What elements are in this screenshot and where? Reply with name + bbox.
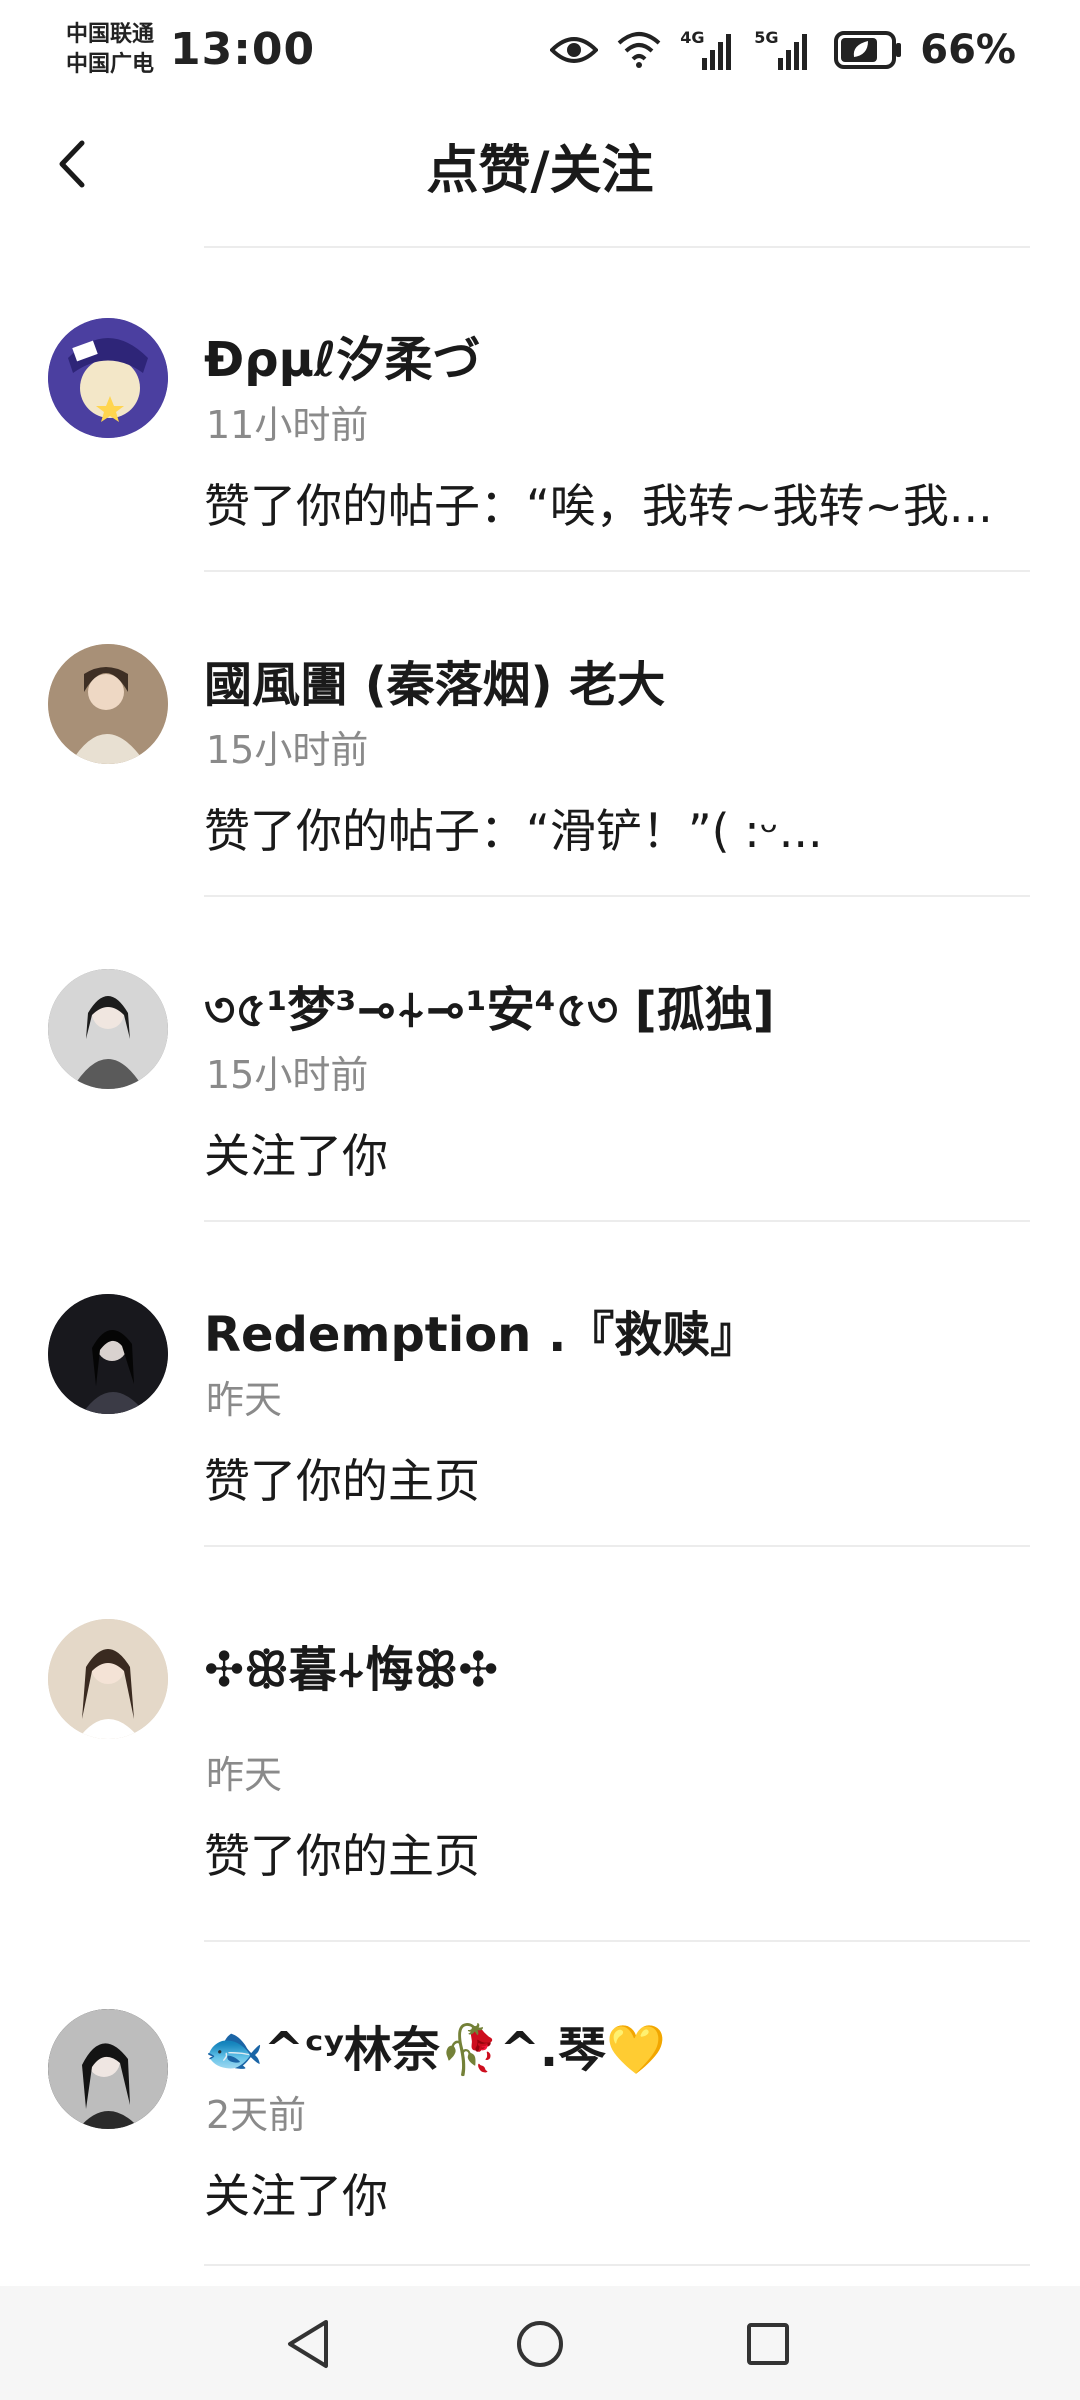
action-text: 关注了你 [204, 1129, 388, 1183]
action-text: 关注了你 [204, 2169, 388, 2223]
signal-4g-icon: 4G [680, 28, 736, 72]
app-header: 点赞/关注 [0, 110, 1080, 220]
divider [204, 2264, 1030, 2266]
carrier-2: 中国广电 [66, 52, 155, 77]
square-recents-icon [747, 2323, 789, 2365]
timestamp: 11小时前 [206, 403, 369, 447]
battery-icon [834, 31, 902, 69]
battery-percentage: 66% [920, 27, 1016, 73]
avatar[interactable] [48, 2009, 168, 2129]
page-title: 点赞/关注 [426, 141, 654, 201]
timestamp: 2天前 [206, 2093, 307, 2137]
timestamp: 昨天 [206, 1753, 283, 1797]
divider [204, 1220, 1030, 1222]
avatar[interactable] [48, 969, 168, 1089]
divider [204, 895, 1030, 897]
user-name[interactable]: 國風圕 (秦落烟) 老大 [204, 645, 665, 715]
system-nav-bar [0, 2286, 1080, 2400]
timestamp: 15小时前 [206, 1053, 369, 1097]
eye-icon [550, 34, 599, 66]
avatar[interactable] [48, 1619, 168, 1739]
nav-back-button[interactable] [280, 2316, 336, 2372]
status-time: 13:00 [170, 24, 316, 75]
user-name[interactable]: Đρμℓ汐柔づ [204, 320, 481, 390]
user-name[interactable]: ✣ꕥ暮⍭悔ꕥ✣ [204, 1630, 498, 1700]
circle-home-icon [517, 2321, 563, 2367]
action-text: 赞了你的主页 [204, 1829, 480, 1883]
action-text: 赞了你的帖子：“唉，我转~我转~我... [204, 479, 993, 533]
nav-recents-button[interactable] [740, 2316, 796, 2372]
action-text: 赞了你的主页 [204, 1454, 480, 1508]
timestamp: 15小时前 [206, 728, 369, 772]
status-bar: 中国联通 中国广电 13:00 4G 5G 66% [0, 0, 1080, 100]
user-name[interactable]: 🐟^ᶜʸ林奈🥀^.琴💛 [204, 2010, 666, 2080]
nav-home-button[interactable] [512, 2316, 568, 2372]
carrier-1: 中国联通 [66, 22, 155, 47]
wifi-icon [616, 31, 662, 69]
carrier-info: 中国联通 中国广电 [66, 22, 154, 78]
divider [204, 246, 1030, 248]
avatar[interactable] [48, 644, 168, 764]
status-icons: 4G 5G 66% [550, 26, 1016, 74]
avatar[interactable] [48, 1294, 168, 1414]
user-name[interactable]: ৩৫¹梦³⊸⍭⊸¹安⁴৫৩ [孤独] [204, 970, 775, 1053]
timestamp: 昨天 [206, 1378, 283, 1422]
user-name[interactable]: Redemption .『救赎』 [204, 1295, 758, 1365]
divider [204, 1545, 1030, 1547]
divider [204, 570, 1030, 572]
divider [204, 1940, 1030, 1942]
triangle-back-icon [288, 2320, 328, 2368]
signal-5g-icon: 5G [754, 28, 816, 72]
action-text: 赞了你的帖子：“滑铲！”( :ᵕ... [204, 804, 823, 858]
avatar[interactable] [48, 318, 168, 438]
